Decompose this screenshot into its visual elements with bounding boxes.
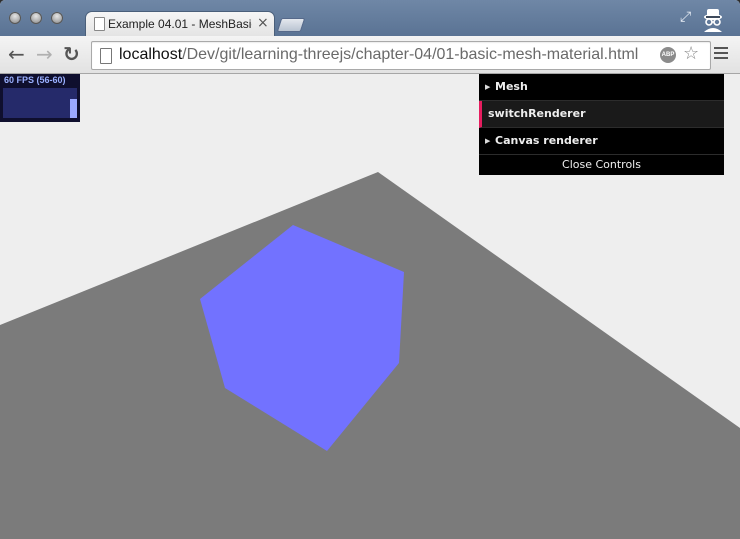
- url-host: localhost: [119, 46, 183, 63]
- incognito-icon: [704, 9, 722, 32]
- minimize-window-button[interactable]: [30, 12, 42, 24]
- toolbar: ← → ↻ localhost/Dev/git/learning-threejs…: [0, 36, 740, 74]
- tab-title: Example 04.01 - MeshBasicMaterial: [108, 17, 252, 31]
- zoom-window-button[interactable]: [51, 12, 63, 24]
- adblock-icon[interactable]: ABP: [660, 47, 676, 63]
- caret-icon: ▶: [485, 83, 491, 91]
- address-bar[interactable]: localhost/Dev/git/learning-threejs/chapt…: [91, 41, 711, 70]
- folder-label: Mesh: [495, 80, 528, 93]
- close-controls-button[interactable]: Close Controls: [479, 155, 724, 175]
- url-path: /Dev/git/learning-threejs/chapter-04/01-…: [182, 46, 639, 63]
- fps-graph-bar: [70, 99, 77, 118]
- new-tab-button[interactable]: [276, 18, 306, 32]
- webgl-viewport[interactable]: 60 FPS (56-60) ▶ Mesh switchRenderer ▶ C…: [0, 74, 740, 539]
- stats-panel[interactable]: 60 FPS (56-60): [0, 74, 80, 122]
- tab-close-icon[interactable]: ×: [257, 15, 269, 31]
- caret-icon: ▶: [485, 137, 491, 145]
- fullscreen-icon[interactable]: ⤢: [680, 9, 691, 25]
- folder-mesh[interactable]: ▶ Mesh: [479, 74, 724, 101]
- switch-renderer-label: switchRenderer: [488, 107, 586, 120]
- switch-renderer-button[interactable]: switchRenderer: [479, 101, 724, 128]
- forward-button[interactable]: →: [36, 44, 53, 64]
- menu-icon[interactable]: [714, 47, 728, 59]
- back-button[interactable]: ←: [8, 44, 25, 64]
- url-text[interactable]: localhost/Dev/git/learning-threejs/chapt…: [119, 46, 638, 64]
- close-window-button[interactable]: [9, 12, 21, 24]
- tab-strip: Example 04.01 - MeshBasicMaterial × ⤢: [0, 0, 740, 36]
- tab-active[interactable]: Example 04.01 - MeshBasicMaterial ×: [86, 12, 274, 36]
- browser-window: Example 04.01 - MeshBasicMaterial × ⤢ ← …: [0, 0, 740, 539]
- controls-panel: ▶ Mesh switchRenderer ▶ Canvas renderer …: [479, 74, 724, 175]
- folder-canvas-renderer[interactable]: ▶ Canvas renderer: [479, 128, 724, 155]
- fps-graph: [3, 88, 77, 118]
- page-icon: [94, 17, 105, 31]
- fps-readout: 60 FPS (56-60): [4, 75, 66, 85]
- page-icon: [100, 48, 112, 64]
- folder-label: Canvas renderer: [495, 134, 598, 147]
- reload-button[interactable]: ↻: [63, 44, 80, 64]
- star-icon[interactable]: ☆: [683, 43, 699, 64]
